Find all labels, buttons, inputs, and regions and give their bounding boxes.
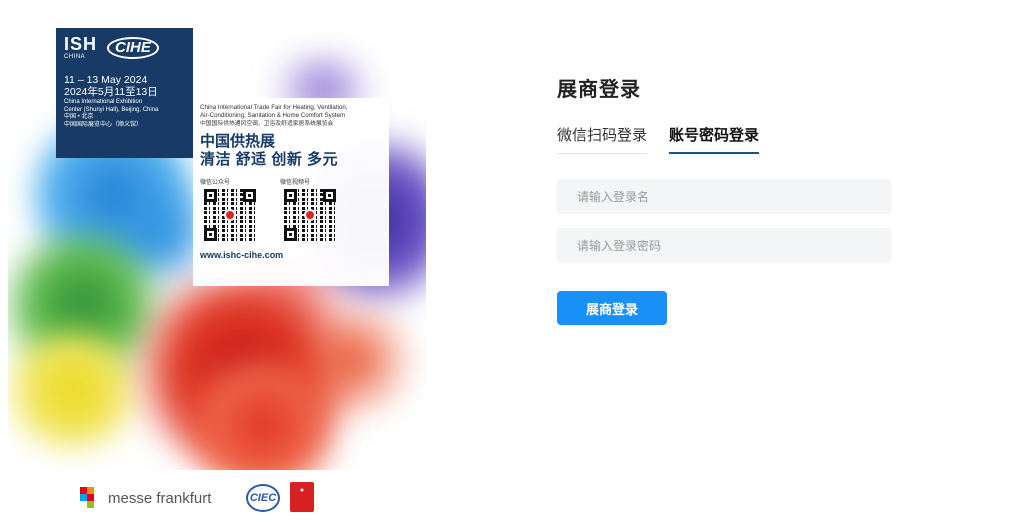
poster-slogan: 清洁 舒适 创新 多元 bbox=[200, 151, 339, 168]
event-date-cn: 2024年5月11至13日 bbox=[64, 86, 158, 98]
event-info-box: ISH CHINA CIHE 11 – 13 May 2024 2024年5月1… bbox=[56, 28, 193, 158]
messe-frankfurt-logo-icon bbox=[80, 487, 102, 509]
fair-name-en: Air-Conditioning, Sanitation & Home Comf… bbox=[200, 112, 346, 119]
qr-label: 微信公众号 bbox=[200, 180, 231, 186]
cihe-logo: CIHE bbox=[107, 36, 159, 59]
login-title: 展商登录 bbox=[557, 79, 641, 101]
event-venue: China International Exhibition Center (S… bbox=[64, 99, 185, 129]
venue-line: 中国 • 北京 bbox=[64, 114, 94, 120]
venue-line: 中国国际展览中心（顺义馆） bbox=[64, 121, 143, 128]
fair-name-cn: 中国国际供热通风空调、卫浴及舒适家居系统展览会 bbox=[200, 121, 334, 127]
ish-logo-sub: CHINA bbox=[64, 54, 86, 60]
fair-info-card: China International Trade Fair for Heati… bbox=[193, 98, 389, 286]
password-input[interactable] bbox=[557, 228, 891, 263]
logo-row: ISH CHINA CIHE bbox=[64, 35, 185, 60]
qr-block-wechat-video: 微信视频号 bbox=[280, 177, 340, 241]
ish-logo: ISH CHINA bbox=[64, 35, 97, 60]
username-input[interactable] bbox=[557, 179, 891, 214]
paint-splash bbox=[8, 330, 148, 450]
tab-account-password-login[interactable]: 账号密码登录 bbox=[669, 124, 760, 154]
exhibition-poster: ISH CHINA CIHE 11 – 13 May 2024 2024年5月1… bbox=[8, 0, 426, 524]
tab-wechat-qr-login[interactable]: 微信扫码登录 bbox=[557, 124, 648, 154]
login-tabs: 微信扫码登录 账号密码登录 bbox=[557, 124, 760, 154]
exhibitor-login-panel: 展商登录 微信扫码登录 账号密码登录 展商登录 bbox=[557, 0, 897, 524]
organizer-logo-icon: ● bbox=[290, 482, 314, 512]
qr-code-icon bbox=[204, 189, 256, 241]
qr-code-row: 微信公众号 微信视频号 bbox=[200, 177, 382, 241]
poster-headline: 中国供热展 bbox=[200, 133, 276, 150]
venue-line: China International Exhibition bbox=[64, 99, 143, 105]
poster-footer: messe frankfurt CIEC ● bbox=[8, 470, 426, 524]
fair-name-en: China International Trade Fair for Heati… bbox=[200, 104, 348, 111]
venue-line: Center (Shunyi Hall), Beijing, China bbox=[64, 106, 159, 113]
qr-code-icon bbox=[284, 189, 336, 241]
exhibitor-login-button[interactable]: 展商登录 bbox=[557, 291, 667, 325]
messe-frankfurt-name: messe frankfurt bbox=[108, 490, 212, 507]
fair-website-url: www.ishc-cihe.com bbox=[200, 250, 284, 260]
qr-label: 微信视频号 bbox=[280, 180, 311, 186]
event-date-en: 11 – 13 May 2024 bbox=[64, 74, 148, 86]
ish-logo-text: ISH bbox=[64, 34, 98, 54]
qr-block-wechat-official: 微信公众号 bbox=[200, 177, 260, 241]
event-dates: 11 – 13 May 2024 2024年5月11至13日 bbox=[64, 74, 185, 98]
ciec-logo: CIEC bbox=[246, 484, 280, 512]
paint-splash bbox=[288, 300, 418, 420]
